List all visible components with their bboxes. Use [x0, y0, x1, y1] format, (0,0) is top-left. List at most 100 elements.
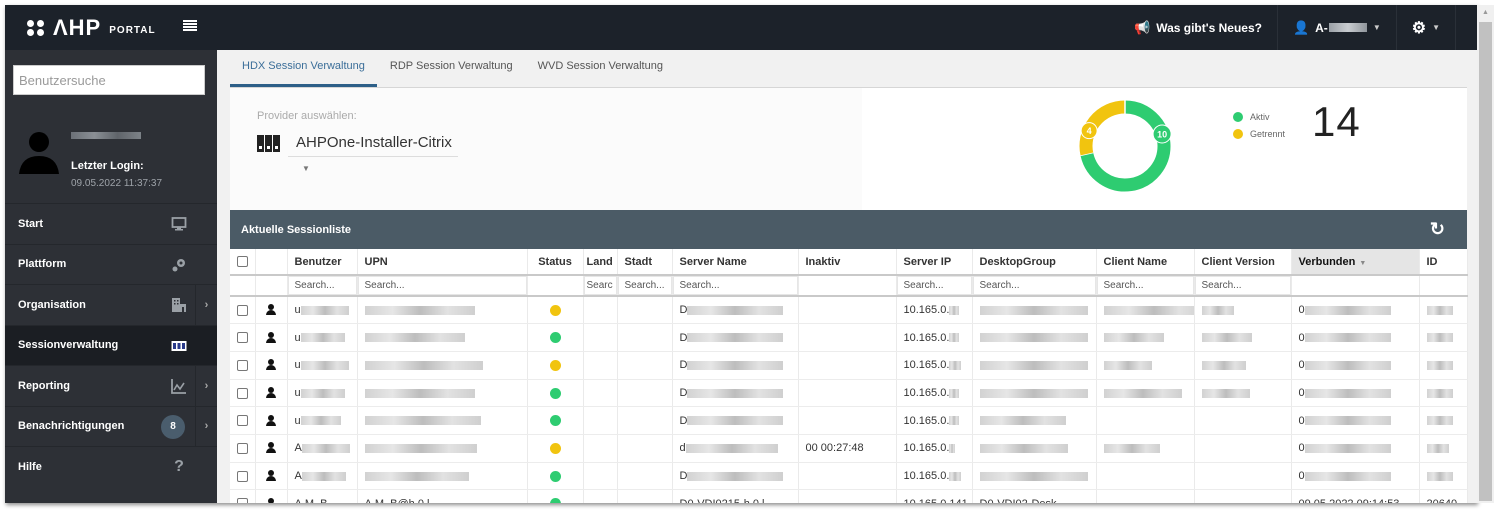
server-ip-cell: 10.165.0. — [896, 351, 973, 380]
redacted-value — [364, 360, 483, 370]
avatar-icon — [19, 132, 59, 174]
last-login-value: 09.05.2022 11:37:37 — [71, 178, 163, 189]
user-search-input[interactable] — [13, 65, 205, 95]
server-name-cell: D — [672, 296, 799, 325]
column-header-status[interactable]: Status — [527, 249, 584, 276]
filter-land-input[interactable] — [583, 276, 617, 295]
column-header-client-name[interactable]: Client Name — [1096, 249, 1195, 276]
caret-down-icon: ▼ — [302, 163, 310, 173]
filter-benutzer-input[interactable] — [287, 276, 357, 295]
row-checkbox[interactable] — [237, 359, 248, 371]
sidebar-item-plattform[interactable]: Plattform — [5, 243, 217, 285]
user-icon: 👤 — [1292, 19, 1310, 35]
server-name-value: D — [679, 469, 688, 482]
column-header-upn[interactable]: UPN — [357, 249, 528, 276]
table-row[interactable]: u D 10.165.0. 0 — [230, 379, 1468, 408]
filter-stadt-input[interactable] — [617, 276, 672, 295]
user-icon — [266, 304, 276, 316]
top-navbar: ΛHP PORTAL 📢 Was gibt's Neues? 👤 A- ▼ ⚙ … — [5, 5, 1477, 50]
chevron-right-icon[interactable]: › — [195, 285, 217, 325]
column-header-id[interactable]: ID — [1419, 249, 1468, 276]
filter-client-version-input[interactable] — [1194, 276, 1291, 295]
table-row[interactable]: u D 10.165.0. 0 — [230, 296, 1468, 325]
hamburger-icon[interactable] — [183, 20, 197, 32]
user-icon — [266, 386, 276, 399]
redacted-value — [685, 443, 778, 453]
row-checkbox[interactable] — [237, 442, 248, 454]
redacted-value — [1304, 443, 1391, 453]
sidebar-item-label: Start — [18, 217, 44, 230]
user-name-prefix: A- — [1315, 20, 1328, 35]
redacted-value — [979, 443, 1068, 453]
filter-client-name-input[interactable] — [1096, 276, 1194, 295]
redacted-value — [979, 333, 1088, 343]
column-header-client-version[interactable]: Client Version — [1194, 249, 1292, 276]
land-cell — [583, 406, 618, 435]
redacted-value — [687, 360, 784, 370]
logo-text: ΛHP — [53, 14, 102, 40]
filter-server-ip-input[interactable] — [896, 276, 972, 295]
column-header-desktopgroup[interactable]: DesktopGroup — [972, 249, 1097, 276]
chevron-right-icon[interactable]: › — [195, 366, 217, 406]
table-row[interactable]: Ad 00 00:27:48 10.165.0. 0 — [230, 434, 1468, 463]
tab-wvd[interactable]: WVD Session Verwaltung — [526, 50, 675, 87]
client-version-cell — [1194, 406, 1292, 435]
row-type-cell — [255, 434, 288, 463]
sidebar-item-start[interactable]: Start — [5, 203, 217, 244]
client-version-cell — [1194, 489, 1292, 503]
table-row[interactable]: u D 10.165.0. 0 — [230, 406, 1468, 435]
sidebar-item-reporting[interactable]: Reporting › — [5, 365, 217, 406]
status-cell — [527, 323, 584, 352]
table-row[interactable]: A D 10.165.0. 0 — [230, 462, 1468, 491]
table-row[interactable]: A.M. B A.M. B@h 0 l D0-VDI0215-h 0 l 10.165… — [230, 489, 1468, 503]
column-header-server-name[interactable]: Server Name — [672, 249, 799, 276]
filter-desktopgroup-input[interactable] — [972, 276, 1096, 295]
table-row[interactable]: u D 10.165.0. 0 — [230, 323, 1468, 352]
redacted-value — [364, 443, 477, 453]
column-header-server-ip[interactable]: Server IP — [896, 249, 973, 276]
row-checkbox[interactable] — [237, 332, 248, 344]
user-menu-button[interactable]: 👤 A- ▼ — [1276, 5, 1396, 50]
column-header-land[interactable]: Land — [583, 249, 618, 276]
client-version-cell — [1194, 351, 1292, 380]
row-checkbox[interactable] — [237, 470, 248, 482]
vertical-scrollbar[interactable]: ▲ — [1477, 5, 1494, 503]
row-checkbox[interactable] — [237, 387, 248, 399]
chevron-right-icon[interactable]: › — [195, 406, 217, 446]
table-row[interactable]: u D 10.165.0. 0 — [230, 351, 1468, 380]
column-header-verbunden[interactable]: Verbunden ▼ — [1291, 249, 1420, 276]
settings-menu-button[interactable]: ⚙ ▼ — [1395, 5, 1455, 50]
filter-cell-empty — [255, 275, 288, 297]
server-name-value: D — [679, 386, 688, 399]
table-header-row: Benutzer UPN Status Land Stadt Server Na… — [230, 249, 1468, 276]
filter-server-name-input[interactable] — [672, 276, 798, 295]
user-icon — [266, 442, 276, 454]
scroll-up-arrow-icon[interactable]: ▲ — [1477, 5, 1494, 21]
refresh-icon[interactable]: ↻ — [1430, 220, 1445, 238]
server-name-value: D0-VDI0215-h 0 l — [680, 498, 765, 503]
tab-hdx[interactable]: HDX Session Verwaltung — [230, 50, 377, 87]
filter-cell-empty — [1291, 275, 1420, 297]
client-name-cell — [1096, 323, 1195, 352]
tab-rdp[interactable]: RDP Session Verwaltung — [378, 50, 525, 87]
id-cell — [1419, 323, 1468, 352]
user-icon — [266, 497, 276, 503]
filter-cell — [672, 275, 799, 297]
scrollbar-thumb[interactable] — [1479, 22, 1492, 501]
row-select-cell — [230, 406, 256, 435]
whats-new-button[interactable]: 📢 Was gibt's Neues? — [1119, 5, 1277, 50]
provider-select[interactable]: AHPOne-Installer-Citrix ▼ — [288, 130, 458, 173]
sidebar-item-hilfe[interactable]: Hilfe ? — [5, 446, 217, 487]
filter-upn-input[interactable] — [357, 276, 527, 295]
sidebar-item-sessionverwaltung[interactable]: Sessionverwaltung — [5, 324, 217, 365]
sidebar-item-benachrichtigungen[interactable]: Benachrichtigungen 8 › — [5, 405, 217, 446]
sidebar-item-organisation[interactable]: Organisation › — [5, 284, 217, 325]
select-all-checkbox[interactable] — [237, 256, 248, 268]
column-header-stadt[interactable]: Stadt — [617, 249, 673, 276]
row-checkbox[interactable] — [237, 498, 248, 503]
row-checkbox[interactable] — [237, 304, 248, 316]
row-checkbox[interactable] — [237, 415, 248, 427]
column-header-inaktiv[interactable]: Inaktiv — [798, 249, 897, 276]
column-header-benutzer[interactable]: Benutzer — [287, 249, 358, 276]
redacted-value — [1304, 388, 1391, 398]
